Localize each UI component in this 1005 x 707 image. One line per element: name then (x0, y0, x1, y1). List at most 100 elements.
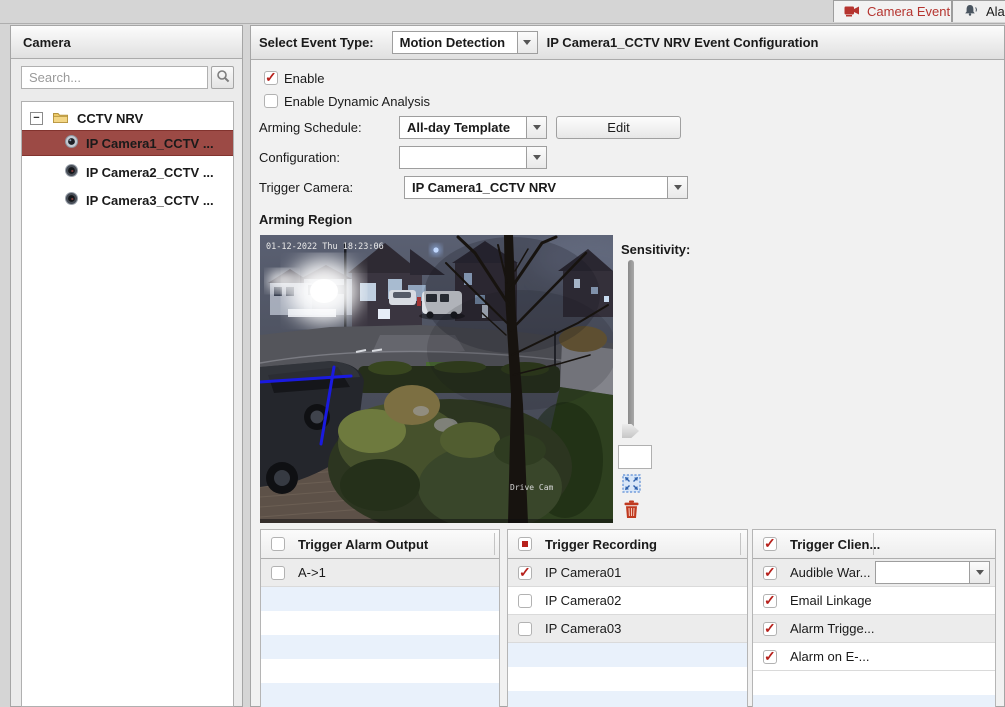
row-checkbox[interactable] (763, 622, 777, 636)
row-checkbox[interactable] (763, 650, 777, 664)
row-checkbox[interactable] (271, 566, 285, 580)
app-window: Camera Event Alarm Event Camera − (0, 0, 1005, 707)
sensitivity-label: Sensitivity: (621, 237, 690, 261)
trigger-client-header-checkbox[interactable] (763, 537, 777, 551)
trigger-client-header: Trigger Clien... (753, 530, 995, 559)
arming-region-canvas[interactable]: 01-12-2022 Thu 18:23:06 Drive Cam (260, 235, 613, 523)
trigger-camera-select[interactable]: IP Camera1_CCTV NRV (404, 176, 688, 199)
full-region-button[interactable] (622, 474, 641, 496)
trash-icon (623, 507, 640, 522)
sensitivity-slider-handle[interactable] (622, 424, 639, 438)
empty-row (261, 635, 499, 659)
tree-item-label: IP Camera3_CCTV ... (86, 193, 214, 208)
row-checkbox[interactable] (518, 594, 532, 608)
tree-node-label: CCTV NRV (77, 111, 143, 126)
tree-item-label: IP Camera2_CCTV ... (86, 165, 214, 180)
clear-region-button[interactable] (623, 500, 640, 522)
tree-item-label: IP Camera1_CCTV ... (86, 136, 214, 151)
header-divider (873, 533, 874, 555)
trigger-recording-header-checkbox[interactable] (518, 537, 532, 551)
dynamic-analysis-checkbox[interactable] (264, 94, 278, 108)
arming-region-label: Arming Region (259, 207, 352, 231)
chevron-down-icon[interactable] (667, 177, 687, 198)
trigger-recording-table: Trigger Recording IP Camera01 IP Camera0… (507, 529, 748, 707)
tab-bar: Camera Event Alarm Event (0, 0, 1005, 24)
camera-event-icon (844, 4, 860, 20)
arming-schedule-label: Arming Schedule: (259, 115, 362, 139)
trigger-recording-header-label: Trigger Recording (545, 537, 657, 552)
empty-row (261, 659, 499, 683)
collapse-icon[interactable]: − (30, 112, 43, 125)
sidebar-header: Camera (11, 26, 242, 59)
tree-item-ip-camera2[interactable]: IP Camera2_CCTV ... (22, 159, 233, 185)
row-label: Alarm Trigge... (790, 621, 875, 636)
row-label: A->1 (298, 565, 326, 580)
table-row[interactable]: Audible War... (753, 559, 995, 587)
event-type-select[interactable]: Motion Detection (392, 31, 538, 54)
event-type-label: Select Event Type: (259, 35, 374, 50)
empty-row (261, 683, 499, 707)
table-row[interactable]: Alarm Trigge... (753, 615, 995, 643)
chevron-down-icon[interactable] (526, 147, 546, 168)
tree-item-ip-camera3[interactable]: IP Camera3_CCTV ... (22, 187, 233, 213)
camera-sidebar: Camera − CCTV NRV IP Camera1_CCTV ... (10, 25, 243, 707)
row-checkbox[interactable] (518, 622, 532, 636)
tree-node-cctv-nrv[interactable]: − CCTV NRV (22, 105, 233, 131)
folder-icon (52, 110, 69, 127)
empty-row (261, 611, 499, 635)
row-checkbox[interactable] (518, 566, 532, 580)
row-label: Audible War... (790, 565, 870, 580)
table-row[interactable]: Alarm on E-... (753, 643, 995, 671)
audible-warning-select[interactable] (875, 561, 990, 584)
tab-alarm-event-label: Alarm Event (986, 4, 1005, 19)
expand-region-icon (622, 481, 641, 496)
enable-checkbox[interactable] (264, 71, 278, 85)
row-checkbox[interactable] (763, 594, 777, 608)
search-button[interactable] (211, 66, 234, 89)
search-icon (216, 69, 230, 86)
trigger-camera-label: Trigger Camera: (259, 175, 353, 199)
trigger-alarm-output-header: Trigger Alarm Output (261, 530, 499, 559)
tab-camera-event[interactable]: Camera Event (833, 0, 952, 22)
empty-row (508, 643, 747, 667)
dynamic-analysis-row: Enable Dynamic Analysis (264, 93, 430, 109)
trigger-alarm-output-table: Trigger Alarm Output A->1 (260, 529, 500, 707)
table-row[interactable]: IP Camera02 (508, 587, 747, 615)
row-label: Alarm on E-... (790, 649, 869, 664)
table-row[interactable]: Email Linkage (753, 587, 995, 615)
audible-warning-value (876, 562, 969, 583)
sensitivity-value-input[interactable] (618, 445, 652, 469)
table-row[interactable]: IP Camera03 (508, 615, 747, 643)
sidebar-title: Camera (23, 35, 71, 50)
empty-row (508, 691, 747, 707)
header-divider (494, 533, 495, 555)
sensitivity-slider-track[interactable] (628, 260, 634, 430)
empty-row (508, 667, 747, 691)
arming-schedule-select[interactable]: All-day Template (399, 116, 547, 139)
trigger-client-table: Trigger Clien... Audible War... Email Li… (752, 529, 996, 707)
chevron-down-icon[interactable] (526, 117, 546, 138)
table-row[interactable]: IP Camera01 (508, 559, 747, 587)
chevron-down-icon[interactable] (969, 562, 989, 583)
event-type-value: Motion Detection (393, 32, 517, 53)
arming-schedule-value: All-day Template (400, 117, 526, 138)
camera-tree: − CCTV NRV IP Camera1_CCTV ... IP Camera… (21, 101, 234, 707)
row-label: IP Camera02 (545, 593, 621, 608)
row-checkbox[interactable] (763, 566, 777, 580)
chevron-down-icon[interactable] (517, 32, 537, 53)
search-input[interactable] (21, 66, 208, 89)
row-label: Email Linkage (790, 593, 872, 608)
dynamic-analysis-label: Enable Dynamic Analysis (284, 94, 430, 109)
table-row[interactable]: A->1 (261, 559, 499, 587)
tab-alarm-event[interactable]: Alarm Event (952, 0, 1005, 22)
empty-row (261, 587, 499, 611)
edit-button[interactable]: Edit (556, 116, 681, 139)
configuration-select[interactable] (399, 146, 547, 169)
trigger-camera-value: IP Camera1_CCTV NRV (405, 177, 667, 198)
trigger-recording-header: Trigger Recording (508, 530, 747, 559)
trigger-alarm-output-header-checkbox[interactable] (271, 537, 285, 551)
enable-label: Enable (284, 71, 324, 86)
tree-item-ip-camera1[interactable]: IP Camera1_CCTV ... (22, 130, 233, 156)
header-divider (740, 533, 741, 555)
trigger-alarm-output-header-label: Trigger Alarm Output (298, 537, 428, 552)
